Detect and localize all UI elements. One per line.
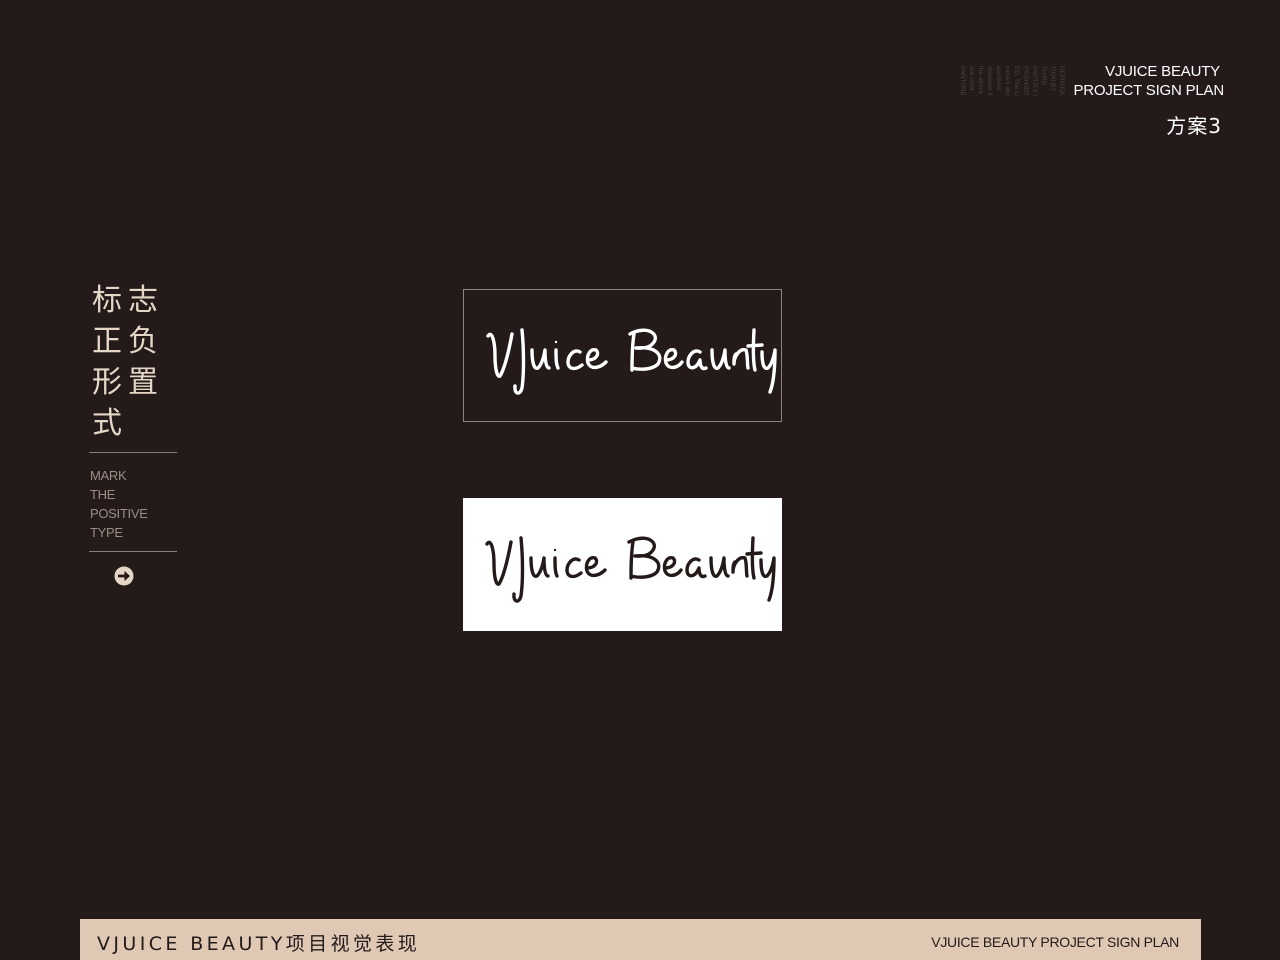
vertical-fine-print-line: PANTONE [959,66,965,96]
section-title: 标 志 正 负 形 置 式 [89,280,169,444]
footer-right-title: VJUICE BEAUTY PROJECT SIGN PLAN [931,934,1179,950]
arrow-right-circle-icon[interactable] [114,566,134,586]
section-subtitle-line: THE [90,487,116,502]
vertical-fine-print-line: the above [977,66,983,95]
section-subtitle-line: POSITIVE [90,506,148,521]
vertical-fine-print-line: ED. The color [1013,66,1019,96]
footer-left-title: VJUICE BEAUTY项目视觉表现 [97,933,421,955]
logo-positive-variant [463,498,782,631]
section-subtitle-line: MARK [90,468,127,483]
section-title-char: 标 [92,283,122,318]
vertical-fine-print-line: obtained in [986,66,992,96]
vertical-fine-print-line: TION BY [1049,66,1055,92]
section-title-char: 负 [128,324,158,359]
vertical-fine-print: REPRODUC- TION BY THIRD PARTIES IS PROHIBIT-… [958,66,1065,96]
section-title-char: 志 [128,283,158,318]
vertical-fine-print-line: are color [968,66,974,92]
vertical-fine-print-line: REPRODUC- [1058,66,1064,96]
section-subtitle: MARK THE POSITIVE TYPE [90,466,148,542]
section-title-char: 置 [128,365,158,400]
section-divider-top [89,452,177,453]
vertical-fine-print-line: PROHIBIT- [1022,66,1028,96]
vertical-fine-print-line: values and [1004,66,1010,96]
header-plan-number: 方案3 [1166,114,1222,138]
section-divider-bottom [89,551,177,552]
vertical-fine-print-line: THIRD [1040,66,1046,86]
vertical-fine-print-line: numbers [995,66,1001,91]
section-title-char: 式 [92,406,122,441]
section-title-char: 正 [92,324,122,359]
header-project-title: VJUICE BEAUTY PROJECT SIGN PLAN 方案3 [1073,62,1224,138]
wordmark-logo-dark [485,536,776,603]
section-subtitle-line: TYPE [90,525,123,540]
footer-bar: VJUICE BEAUTY项目视觉表现 VJUICE BEAUTY PROJEC… [80,919,1201,960]
header-brand-line: VJUICE BEAUTY [1105,63,1220,80]
wordmark-logo-white [486,328,777,395]
logo-negative-variant [463,289,782,422]
header-sign-plan-line: PROJECT SIGN PLAN [1073,82,1224,99]
vertical-fine-print-line: PARTIES IS [1031,66,1037,96]
section-title-char: 形 [92,365,122,400]
